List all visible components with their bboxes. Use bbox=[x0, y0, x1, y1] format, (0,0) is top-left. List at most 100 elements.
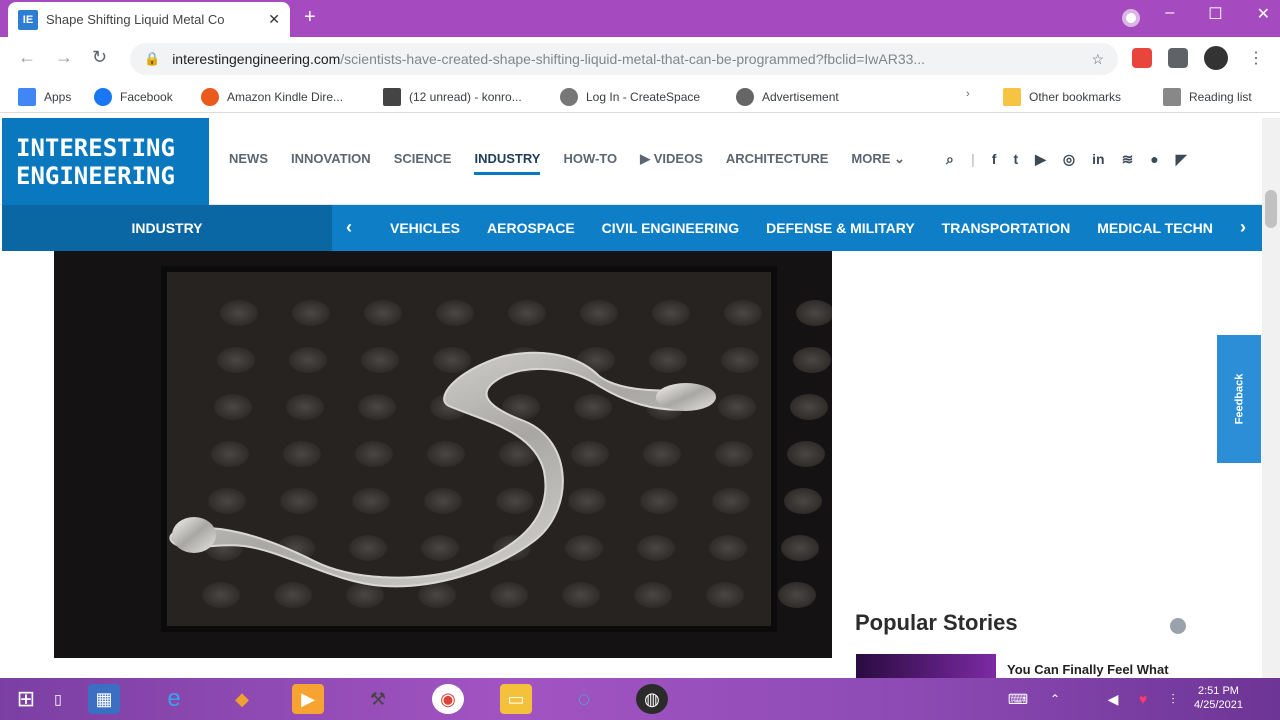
tray-dot bbox=[202, 582, 240, 608]
popular-story-thumbnail[interactable] bbox=[856, 654, 996, 678]
tray-dot bbox=[634, 582, 672, 608]
tray-dot bbox=[427, 441, 465, 467]
media-player-icon[interactable]: ▶ bbox=[292, 684, 324, 714]
nav-videos[interactable]: ▶ VIDEOS bbox=[640, 151, 703, 175]
bookmark-advertisement[interactable]: Advertisement bbox=[736, 88, 839, 106]
extension-icon[interactable] bbox=[1132, 48, 1152, 68]
chevron-right-icon[interactable]: › bbox=[1240, 217, 1246, 238]
youtube-icon[interactable]: ▶ bbox=[1035, 151, 1046, 168]
tray-dot bbox=[289, 347, 327, 373]
bookmark-label: Amazon Kindle Dire... bbox=[227, 90, 344, 104]
subcategory-aerospace[interactable]: AEROSPACE bbox=[487, 220, 575, 236]
nav-more[interactable]: MORE ⌄ bbox=[851, 151, 905, 175]
new-tab-button[interactable]: + bbox=[304, 6, 316, 29]
facebook-icon[interactable]: f bbox=[992, 151, 997, 168]
volume-icon[interactable]: ◀ bbox=[1104, 684, 1122, 714]
site-logo[interactable]: INTERESTING ENGINEERING bbox=[2, 118, 209, 205]
heart-icon[interactable]: ♥ bbox=[1134, 684, 1152, 714]
search-icon[interactable]: ⌕ bbox=[946, 151, 954, 168]
close-window-icon[interactable]: ✕ bbox=[1257, 4, 1270, 24]
bookmark-star-icon[interactable]: ☆ bbox=[1091, 51, 1104, 68]
subcategory-defense-military[interactable]: DEFENSE & MILITARY bbox=[766, 220, 915, 236]
twitter-icon[interactable]: t bbox=[1013, 151, 1018, 168]
tray-expand-icon[interactable]: ⌃ bbox=[1048, 684, 1062, 714]
forward-icon[interactable]: → bbox=[55, 47, 73, 68]
nav-industry[interactable]: INDUSTRY bbox=[474, 151, 541, 175]
browser-menu-icon[interactable]: ⋮ bbox=[1248, 48, 1264, 68]
calculator-app-icon[interactable]: ▦ bbox=[88, 684, 120, 714]
close-tab-icon[interactable]: ✕ bbox=[268, 11, 280, 28]
subcategory-vehicles[interactable]: VEHICLES bbox=[390, 220, 460, 236]
back-icon[interactable]: ← bbox=[18, 47, 36, 68]
tray-dot bbox=[496, 488, 534, 514]
bookmark-createspace[interactable]: Log In - CreateSpace bbox=[560, 88, 700, 106]
bookmark-reading-list[interactable]: Reading list bbox=[1163, 88, 1252, 106]
bookmark-label: Log In - CreateSpace bbox=[586, 90, 701, 104]
window-controls: – ☐ ✕ bbox=[1165, 4, 1270, 24]
bookmark-apps[interactable]: Apps bbox=[18, 88, 71, 106]
tray-dot bbox=[433, 347, 471, 373]
instagram-icon[interactable]: ◎ bbox=[1063, 151, 1075, 168]
taskbar-clock[interactable]: 2:51 PM 4/25/2021 bbox=[1194, 684, 1243, 712]
subcategory-civil-engineering[interactable]: CIVIL ENGINEERING bbox=[602, 220, 739, 236]
chevron-left-icon[interactable]: ‹ bbox=[346, 217, 352, 238]
tray-dot bbox=[352, 488, 390, 514]
nav-architecture[interactable]: ARCHITECTURE bbox=[726, 151, 829, 175]
obs-icon[interactable]: ◍ bbox=[636, 684, 668, 714]
section-title[interactable]: INDUSTRY bbox=[2, 205, 332, 251]
nav-how-to[interactable]: HOW-TO bbox=[563, 151, 617, 175]
bookmark-amazon-kindle[interactable]: Amazon Kindle Dire... bbox=[201, 88, 343, 106]
folder-icon bbox=[1003, 88, 1021, 106]
lock-icon[interactable]: 🔒 bbox=[144, 51, 160, 67]
linkedin-icon[interactable]: in bbox=[1092, 151, 1104, 168]
internet-explorer-icon[interactable]: e bbox=[158, 684, 190, 714]
opera-icon[interactable]: ● bbox=[1150, 151, 1158, 168]
profile-avatar[interactable] bbox=[1204, 46, 1228, 70]
industry-subnav: INDUSTRY ‹ VEHICLES AEROSPACE CIVIL ENGI… bbox=[2, 205, 1262, 251]
scrollbar-thumb[interactable] bbox=[1265, 190, 1277, 228]
tray-dot bbox=[649, 347, 687, 373]
tool-icon[interactable]: ⚒ bbox=[362, 684, 394, 714]
task-view-icon[interactable]: ▯ bbox=[52, 684, 64, 714]
flipboard-icon[interactable]: ◤ bbox=[1176, 151, 1187, 168]
nav-news[interactable]: NEWS bbox=[229, 151, 268, 175]
subcategory-medical-tech[interactable]: MEDICAL TECHN bbox=[1097, 220, 1213, 236]
record-icon[interactable] bbox=[1122, 9, 1140, 27]
bookmark-label: (12 unread) - konro... bbox=[409, 90, 522, 104]
tray-dot bbox=[355, 441, 393, 467]
more-bookmarks-chevron-icon[interactable]: › bbox=[966, 88, 970, 100]
tray-dot bbox=[571, 441, 609, 467]
url-host: interestingengineering.com bbox=[172, 51, 341, 67]
bookmark-facebook[interactable]: Facebook bbox=[94, 88, 173, 106]
nav-innovation[interactable]: INNOVATION bbox=[291, 151, 371, 175]
maximize-icon[interactable]: ☐ bbox=[1208, 4, 1222, 24]
edge-icon[interactable]: ◌ bbox=[568, 684, 600, 714]
popular-story-headline[interactable]: You Can Finally Feel What bbox=[1007, 662, 1169, 677]
reading-list-icon bbox=[1163, 88, 1181, 106]
network-icon[interactable]: ⫶ bbox=[1164, 684, 1182, 714]
bookmark-label: Other bookmarks bbox=[1029, 90, 1122, 104]
logo-line-2: ENGINEERING bbox=[16, 162, 175, 190]
nav-science[interactable]: SCIENCE bbox=[394, 151, 452, 175]
tray-dot bbox=[208, 488, 246, 514]
browser-tab-strip: IE Shape Shifting Liquid Metal Co ✕ + – … bbox=[0, 0, 1280, 37]
app-fox-icon[interactable]: ◆ bbox=[226, 684, 258, 714]
minimize-icon[interactable]: – bbox=[1165, 4, 1174, 24]
file-explorer-icon[interactable]: ▭ bbox=[500, 684, 532, 714]
keyboard-icon[interactable]: ⌨ bbox=[1000, 684, 1036, 714]
feedback-tab[interactable]: Feedback bbox=[1217, 335, 1261, 463]
popular-stories-icon bbox=[1170, 618, 1186, 634]
reload-icon[interactable]: ↻ bbox=[92, 47, 107, 68]
rss-icon[interactable]: ≋ bbox=[1122, 151, 1134, 168]
chrome-icon[interactable]: ◉ bbox=[432, 684, 464, 714]
windows-start-icon[interactable]: ⊞ bbox=[10, 684, 42, 714]
bookmark-label: Advertisement bbox=[762, 90, 839, 104]
tray-dot bbox=[508, 300, 546, 326]
address-bar[interactable]: 🔒 interestingengineering.com /scientists… bbox=[130, 43, 1118, 75]
browser-tab[interactable]: IE Shape Shifting Liquid Metal Co ✕ bbox=[8, 2, 290, 37]
tray-dot bbox=[274, 582, 312, 608]
subcategory-transportation[interactable]: TRANSPORTATION bbox=[942, 220, 1071, 236]
extensions-puzzle-icon[interactable] bbox=[1168, 48, 1188, 68]
bookmark-mail[interactable]: (12 unread) - konro... bbox=[383, 88, 522, 106]
bookmark-other[interactable]: Other bookmarks bbox=[1003, 88, 1121, 106]
